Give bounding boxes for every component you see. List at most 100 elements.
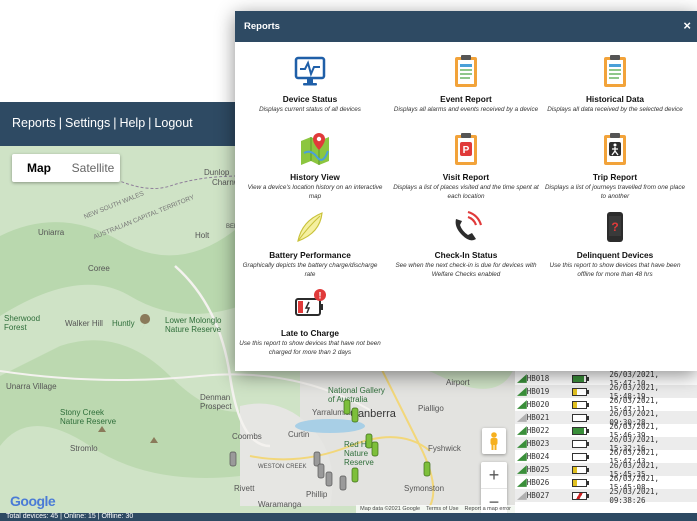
map-footer: Map data ©2021 Google Terms of Use Repor… <box>356 505 515 513</box>
signal-icon <box>517 491 527 500</box>
map-pin-icon <box>301 133 329 165</box>
battery-icon <box>571 413 589 422</box>
close-button[interactable]: × <box>683 18 691 33</box>
device-marker <box>343 399 351 415</box>
battery-icon <box>571 465 589 474</box>
report-title: Device Status <box>282 94 338 104</box>
svg-text:P: P <box>463 145 470 156</box>
svg-text:!: ! <box>319 291 322 301</box>
device-last-seen: 25/03/2021, 09:38:26 <box>609 486 660 505</box>
battery-icon <box>571 387 589 396</box>
report-description: Displays all alarms and events received … <box>393 106 539 113</box>
zoom-in-button[interactable]: + <box>481 462 507 488</box>
device-id: HB018 <box>526 374 550 383</box>
battery-icon <box>571 452 589 461</box>
battery-icon <box>571 400 589 409</box>
report-description: Use this report to show devices that hav… <box>239 340 381 356</box>
device-id: HB027 <box>526 491 550 500</box>
signal-icon <box>517 452 527 461</box>
device-id: HB026 <box>526 478 550 487</box>
place-marker <box>98 426 106 432</box>
battery-icon <box>571 439 589 448</box>
device-marker <box>229 451 237 467</box>
google-logo: Google <box>10 493 56 509</box>
report-description: Displays current status of all devices <box>259 106 361 113</box>
signal-icon <box>517 400 527 409</box>
top-nav: Reports | Settings | Help | Logout <box>12 116 193 130</box>
report-title: Historical Data <box>585 94 645 104</box>
report-battery-performance[interactable]: Battery Performance Graphically depicts … <box>235 207 385 279</box>
device-marker <box>339 475 347 491</box>
clipboard-walk-icon <box>604 133 626 165</box>
report-title: History View <box>290 172 340 182</box>
report-title: Check-In Status <box>434 250 498 260</box>
place-marker <box>140 314 151 332</box>
device-marker <box>365 433 373 449</box>
battery-alert-icon: ! <box>295 289 326 316</box>
report-historical-data[interactable]: Historical Data Displays all data receiv… <box>540 51 690 115</box>
device-row[interactable]: HB027 25/03/2021, 09:38:26 <box>515 486 697 505</box>
signal-icon <box>517 426 527 435</box>
report-delinquent-devices[interactable]: ? Delinquent Devices Use this report to … <box>540 207 690 279</box>
report-check-in-status[interactable]: Check-In Status See when the next check-… <box>391 207 541 279</box>
signal-icon <box>517 478 527 487</box>
report-description: Displays a list of places visited and th… <box>393 184 539 200</box>
report-late-to-charge[interactable]: ! Late to Charge Use this report to show… <box>235 285 385 357</box>
device-marker <box>325 471 333 487</box>
device-id: HB023 <box>526 439 550 448</box>
report-title: Delinquent Devices <box>576 250 654 260</box>
report-visit-report[interactable]: P Visit Report Displays a list of places… <box>391 129 541 201</box>
device-summary-status: Total devices: 45 | Online: 15 | Offline… <box>0 513 697 521</box>
device-id: HB020 <box>526 400 550 409</box>
nav-logout[interactable]: Logout <box>154 116 192 130</box>
report-title: Late to Charge <box>280 328 340 338</box>
signal-icon <box>517 439 527 448</box>
report-title: Battery Performance <box>269 250 351 260</box>
reports-dialog: Reports × Device Status Displays current… <box>235 11 697 371</box>
report-event-report[interactable]: Event Report Displays all alarms and eve… <box>391 51 541 115</box>
battery-icon <box>571 491 589 500</box>
report-description: See when the next check-in is due for de… <box>395 262 537 278</box>
clipboard-list-icon <box>604 55 626 87</box>
report-map-error-link[interactable]: Report a map error <box>465 506 511 512</box>
device-id: HB019 <box>526 387 550 396</box>
signal-icon <box>517 465 527 474</box>
phone-ring-icon <box>455 210 483 241</box>
device-marker <box>423 461 431 477</box>
signal-icon <box>517 413 527 422</box>
report-device-status[interactable]: Device Status Displays current status of… <box>235 51 385 115</box>
place-marker <box>150 437 158 443</box>
svg-text:?: ? <box>611 220 618 234</box>
device-id: HB021 <box>526 413 550 422</box>
report-title: Trip Report <box>592 172 638 182</box>
nav-reports[interactable]: Reports <box>12 116 56 130</box>
device-id: HB024 <box>526 452 550 461</box>
report-title: Event Report <box>440 94 492 104</box>
device-marker <box>351 467 359 483</box>
signal-icon <box>517 387 527 396</box>
map-data-attribution: Map data ©2021 Google <box>360 506 421 512</box>
battery-icon <box>571 374 589 383</box>
report-description: Displays all data received by the select… <box>547 106 683 113</box>
clipboard-list-icon <box>455 55 477 87</box>
device-id: HB025 <box>526 465 550 474</box>
report-description: Graphically depicts the battery charge/d… <box>242 262 378 278</box>
monitor-pulse-icon <box>294 56 326 86</box>
report-title: Visit Report <box>442 172 490 182</box>
report-history-view[interactable]: History View View a device's location hi… <box>240 129 390 201</box>
leaf-icon <box>297 212 323 242</box>
device-marker <box>371 441 379 457</box>
device-id: HB022 <box>526 426 550 435</box>
device-marker <box>351 407 359 423</box>
device-marker <box>317 463 325 479</box>
terms-link[interactable]: Terms of Use <box>426 506 458 512</box>
nav-settings[interactable]: Settings <box>65 116 110 130</box>
report-trip-report[interactable]: Trip Report Displays a list of journeys … <box>540 129 690 201</box>
nav-help[interactable]: Help <box>119 116 145 130</box>
pegman-icon <box>490 432 498 450</box>
reports-dialog-header: Reports × <box>235 11 697 42</box>
report-description: View a device's location history on an i… <box>247 184 383 200</box>
signal-icon <box>517 374 527 383</box>
street-view-pegman[interactable] <box>482 428 506 454</box>
clipboard-p-icon: P <box>455 133 477 165</box>
